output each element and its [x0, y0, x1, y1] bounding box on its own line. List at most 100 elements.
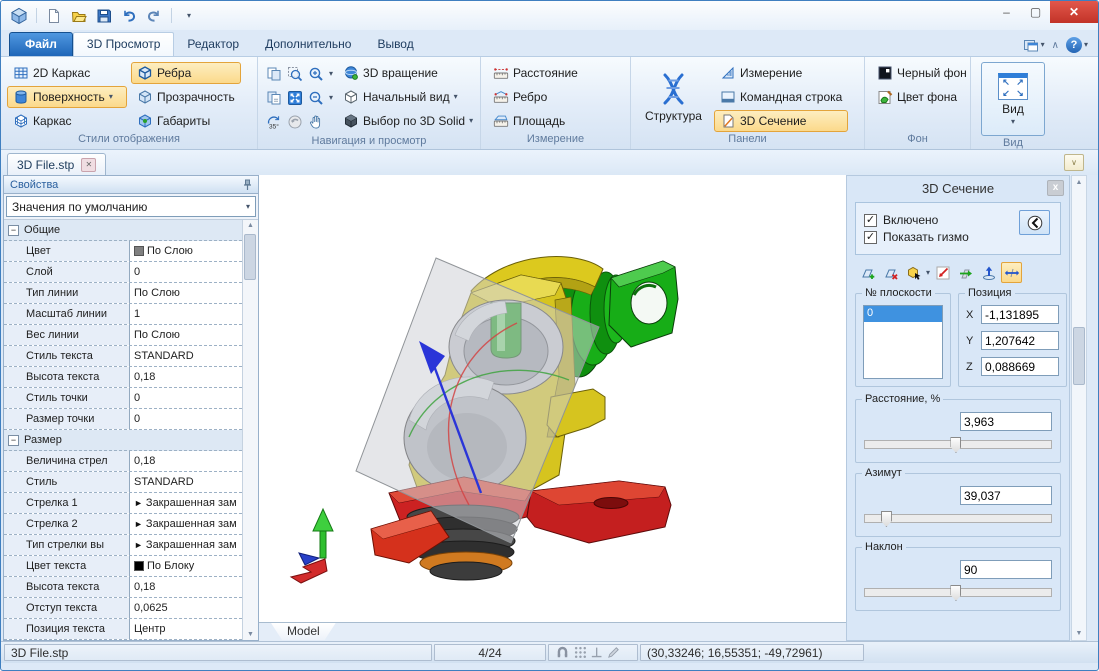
draw-style-icon[interactable] — [606, 645, 621, 660]
flip-section-button[interactable] — [1019, 210, 1050, 235]
collapse-ribbon-button[interactable]: ∧ — [1052, 40, 1059, 51]
button-edge[interactable]: Ребро — [487, 86, 584, 108]
property-row[interactable]: Отступ текста 0,0625 — [4, 598, 242, 619]
grid-icon[interactable] — [574, 646, 587, 659]
move-plane-button[interactable] — [1001, 262, 1022, 283]
maximize-button[interactable]: ▢ — [1021, 1, 1050, 23]
save-button[interactable] — [93, 6, 115, 26]
zoom-in-dropdown[interactable]: ▾ — [329, 70, 333, 78]
quick-access-more-button[interactable]: ▾ — [178, 6, 200, 26]
property-row[interactable]: Цвет текста По Блоку — [4, 556, 242, 577]
zoom-extents-button[interactable] — [287, 90, 303, 106]
add-plane-button[interactable] — [857, 262, 878, 283]
paste-view-button[interactable] — [266, 90, 282, 106]
property-group-row[interactable]: − Размер — [4, 430, 242, 451]
z-input[interactable] — [981, 357, 1059, 376]
checkbox-checked-icon[interactable]: ✓ — [864, 214, 877, 227]
button-command-line[interactable]: Командная строка — [714, 86, 848, 108]
tab-file[interactable]: Файл — [9, 32, 73, 56]
panel-scrollbar[interactable]: ▲ ▼ — [1071, 175, 1087, 641]
plane-by-object-dropdown[interactable]: ▾ — [926, 269, 930, 277]
property-group-row[interactable]: − Общие — [4, 220, 242, 241]
viewport[interactable] — [259, 175, 846, 622]
button-wireframe[interactable]: Каркас — [7, 110, 127, 132]
property-row[interactable]: Стиль STANDARD — [4, 472, 242, 493]
property-row[interactable]: Вес линии По Слою — [4, 325, 242, 346]
zoom-out-button[interactable] — [308, 90, 324, 106]
tab-list-expand-button[interactable]: ∨ — [1064, 154, 1084, 171]
azimuth-slider[interactable] — [864, 511, 1052, 527]
property-row[interactable]: Величина стрел 0,18 — [4, 451, 242, 472]
close-button[interactable]: ✕ — [1050, 1, 1098, 23]
slider-thumb[interactable] — [881, 511, 892, 527]
button-background-color[interactable]: Цвет фона — [871, 86, 973, 108]
model-tab[interactable]: Model — [271, 623, 336, 640]
minimize-button[interactable]: – — [992, 1, 1021, 23]
align-plane-button[interactable] — [955, 262, 976, 283]
button-extents[interactable]: Габариты — [131, 110, 241, 132]
slider-thumb[interactable] — [950, 437, 961, 453]
property-row[interactable]: Стиль точки 0 — [4, 388, 242, 409]
tab-output[interactable]: Вывод — [364, 33, 426, 56]
tab-3d-view[interactable]: 3D Просмотр — [73, 32, 174, 56]
redo-button[interactable] — [143, 6, 165, 26]
3d-model[interactable] — [259, 175, 846, 622]
y-input[interactable] — [981, 331, 1059, 350]
tab-extra[interactable]: Дополнительно — [252, 33, 364, 56]
slider-thumb[interactable] — [950, 585, 961, 601]
button-3d-section[interactable]: 3D Сечение — [714, 110, 848, 132]
zoom-out-dropdown[interactable]: ▾ — [329, 94, 333, 102]
document-tab[interactable]: 3D File.stp ✕ — [7, 153, 106, 175]
zoom-window-button[interactable] — [287, 66, 303, 82]
properties-scrollbar[interactable]: ▲ ▼ — [242, 220, 258, 640]
snap-icon[interactable] — [555, 645, 570, 660]
button-initial-view[interactable]: Начальный вид ▾ — [337, 86, 479, 108]
button-distance[interactable]: Расстояние — [487, 62, 584, 84]
distance-input[interactable] — [960, 412, 1052, 431]
property-row[interactable]: Тип линии По Слою — [4, 283, 242, 304]
button-area[interactable]: Площадь — [487, 110, 584, 132]
button-structure[interactable]: Структура — [637, 62, 710, 132]
tab-editor[interactable]: Редактор — [174, 33, 252, 56]
copy-view-button[interactable] — [266, 66, 282, 82]
azimuth-input[interactable] — [960, 486, 1052, 505]
button-transparency[interactable]: Прозрачность — [131, 86, 241, 108]
property-row[interactable]: Тип стрелки вы ►Закрашенная зам — [4, 535, 242, 556]
collapse-icon[interactable]: − — [8, 435, 19, 446]
button-2d-wireframe[interactable]: 2D Каркас — [7, 62, 127, 84]
ortho-icon[interactable]: ⊥ — [591, 646, 602, 659]
property-row[interactable]: Высота текста 0,18 — [4, 577, 242, 598]
pin-icon[interactable] — [243, 179, 252, 191]
plane-list[interactable]: 0 — [863, 305, 943, 379]
button-3d-rotation[interactable]: 3D вращение — [337, 62, 479, 84]
scroll-up-icon[interactable]: ▲ — [1076, 179, 1083, 186]
tilt-slider[interactable] — [864, 585, 1052, 601]
property-row[interactable]: Масштаб линии 1 — [4, 304, 242, 325]
checkbox-checked-icon[interactable]: ✓ — [864, 231, 877, 244]
property-row[interactable]: Стрелка 2 ►Закрашенная зам — [4, 514, 242, 535]
previous-view-button[interactable] — [287, 114, 303, 130]
property-row[interactable]: Высота текста 0,18 — [4, 367, 242, 388]
scroll-down-icon[interactable]: ▼ — [1076, 630, 1083, 637]
new-file-button[interactable] — [43, 6, 65, 26]
undo-button[interactable] — [118, 6, 140, 26]
document-tab-close-icon[interactable]: ✕ — [81, 158, 96, 172]
ui-style-button[interactable]: ▾ — [1023, 37, 1045, 53]
pan-button[interactable] — [308, 114, 324, 130]
button-measure-panel[interactable]: Измерение — [714, 62, 848, 84]
property-row[interactable]: Слой 0 — [4, 262, 242, 283]
scrollbar-thumb[interactable] — [1073, 327, 1085, 385]
rotate-35-button[interactable]: 35° — [266, 114, 282, 130]
properties-preset-select[interactable]: Значения по умолчанию ▾ — [6, 196, 256, 217]
property-row[interactable]: Позиция текста Центр — [4, 619, 242, 640]
plane-list-item[interactable]: 0 — [864, 306, 942, 322]
property-row[interactable]: Стрелка 1 ►Закрашенная зам — [4, 493, 242, 514]
property-row[interactable]: Стиль текста STANDARD — [4, 346, 242, 367]
move-plane-up-button[interactable] — [978, 262, 999, 283]
delete-plane-button[interactable] — [880, 262, 901, 283]
open-file-button[interactable] — [68, 6, 90, 26]
property-row[interactable]: Цвет По Слою — [4, 241, 242, 262]
tilt-input[interactable] — [960, 560, 1052, 579]
collapse-icon[interactable]: − — [8, 225, 19, 236]
distance-slider[interactable] — [864, 437, 1052, 453]
